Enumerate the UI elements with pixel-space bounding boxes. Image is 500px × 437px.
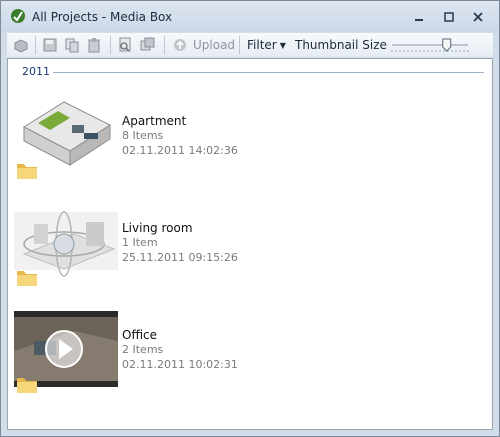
toolbar-separator xyxy=(164,36,165,54)
gallery-icon[interactable] xyxy=(140,37,156,53)
close-icon[interactable] xyxy=(470,10,486,24)
app-logo-icon xyxy=(11,9,25,23)
maximize-icon[interactable] xyxy=(441,10,457,24)
chevron-down-icon: ▼ xyxy=(279,41,286,50)
slider-thumb[interactable] xyxy=(442,38,452,52)
project-date: 25.11.2011 09:15:26 xyxy=(122,251,238,264)
media-box-window: All Projects - Media Box Upload Filter ▼… xyxy=(0,0,500,437)
list-item[interactable]: Apartment 8 Items 02.11.2011 14:02:36 xyxy=(14,87,454,187)
year-group-header: 2011 xyxy=(22,65,50,78)
project-name: Living room xyxy=(122,221,193,235)
toolbar-separator xyxy=(35,36,36,54)
project-item-count: 8 Items xyxy=(122,129,164,142)
upload-icon[interactable] xyxy=(172,37,188,53)
project-item-count: 1 Item xyxy=(122,236,158,249)
filter-label: Filter xyxy=(247,38,277,52)
paste-icon[interactable] xyxy=(86,37,102,53)
search-document-icon[interactable] xyxy=(117,37,133,53)
project-name: Office xyxy=(122,328,158,342)
folder-icon xyxy=(17,378,37,393)
folder-icon xyxy=(17,164,37,179)
toolbar-separator xyxy=(110,36,111,54)
folder-icon xyxy=(17,271,37,286)
list-item[interactable]: Living room 1 Item 25.11.2011 09:15:26 xyxy=(14,194,454,294)
title-bar[interactable]: All Projects - Media Box xyxy=(1,1,499,32)
window-title: All Projects - Media Box xyxy=(32,10,173,24)
project-item-count: 2 Items xyxy=(122,343,164,356)
minimize-icon[interactable] xyxy=(411,10,427,24)
project-list[interactable]: 2011 Apartment 8 Items 02.11.2011 14:02:… xyxy=(7,58,493,430)
list-item[interactable]: Office 2 Items 02.11.2011 10:02:31 xyxy=(14,301,454,401)
toolbar: Upload Filter ▼ Thumbnail Size xyxy=(7,33,493,57)
project-icon[interactable] xyxy=(13,37,29,53)
toolbar-separator xyxy=(239,36,240,54)
project-name: Apartment xyxy=(122,114,187,128)
thumbnail-size-slider[interactable] xyxy=(390,37,470,53)
year-divider xyxy=(53,72,484,73)
thumbnail-size-label: Thumbnail Size xyxy=(295,38,387,52)
save-icon[interactable] xyxy=(42,37,58,53)
project-date: 02.11.2011 14:02:36 xyxy=(122,144,238,157)
project-date: 02.11.2011 10:02:31 xyxy=(122,358,238,371)
upload-button[interactable]: Upload xyxy=(193,38,235,52)
filter-dropdown[interactable]: Filter ▼ xyxy=(247,38,286,52)
copy-icon[interactable] xyxy=(64,37,80,53)
